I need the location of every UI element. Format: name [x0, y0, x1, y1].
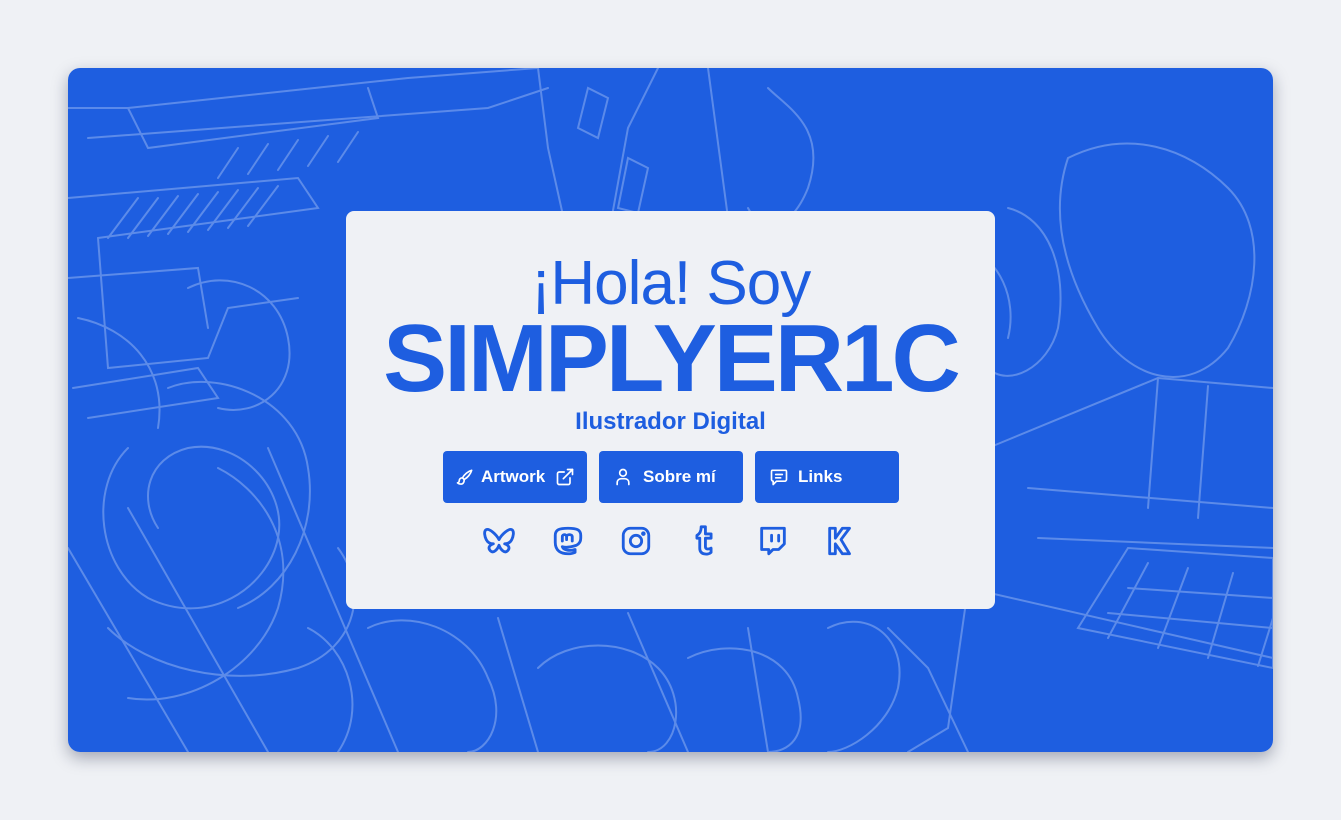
artist-subtitle: Ilustrador Digital	[575, 408, 766, 435]
about-button-label: Sobre mí	[643, 467, 716, 486]
instagram-link[interactable]	[619, 524, 653, 558]
kofi-link[interactable]	[824, 524, 858, 558]
twitch-icon	[760, 526, 786, 556]
links-button[interactable]: Links	[755, 451, 899, 503]
kofi-icon	[828, 526, 851, 556]
message-icon	[770, 469, 788, 486]
links-button-label: Links	[798, 467, 843, 486]
hero-banner: ¡Hola! Soy SIMPLYER1C Ilustrador Digital…	[68, 68, 1273, 752]
about-button[interactable]: Sobre mí	[599, 451, 743, 503]
tumblr-link[interactable]	[687, 524, 721, 558]
artwork-button-label: Artwork	[481, 467, 546, 486]
brush-icon	[456, 469, 473, 485]
artwork-button[interactable]: Artwork	[443, 451, 587, 503]
mastodon-link[interactable]	[551, 524, 585, 558]
mastodon-icon	[553, 526, 583, 556]
artist-name: SIMPLYER1C	[383, 305, 961, 412]
twitch-link[interactable]	[756, 524, 790, 558]
bluesky-icon	[483, 528, 515, 554]
intro-card: ¡Hola! Soy SIMPLYER1C Ilustrador Digital…	[346, 211, 995, 609]
external-link-icon	[556, 468, 574, 486]
user-icon	[616, 468, 630, 486]
instagram-icon	[621, 526, 651, 556]
tumblr-icon	[695, 525, 713, 556]
bluesky-link[interactable]	[482, 524, 516, 558]
